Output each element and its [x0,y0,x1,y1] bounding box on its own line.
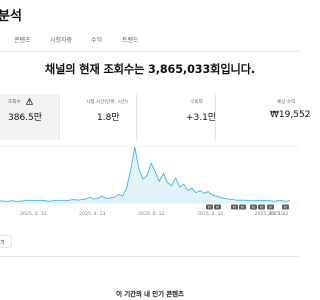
tab-content[interactable]: 콘텐츠 [14,35,31,44]
top-content-title: 이 기간의 내 인기 콘텐츠 [116,290,184,298]
tab-trends[interactable]: 트렌드 [122,35,139,44]
x-tick-label: 2025. 8. 11. [197,211,225,217]
metric-label-revenue: 예상 수익 [277,100,296,105]
metric-cards: 조회수 386.5만 시청 시간(단위: 시간) 1.8만 구독자 +3.1만 … [0,94,310,140]
analytics-tab-bar: 콘텐츠 시청자층 수익 트렌드 [0,30,300,52]
views-headline: 채널의 현재 조회수는 3,865,033회입니다. [44,63,256,76]
x-tick-label: 2025. 6. 12. [138,211,166,217]
views-area [0,147,290,203]
metric-card-subscribers[interactable]: 구독자 +3.1만 [137,94,217,140]
page-title: 분석 [0,9,22,24]
note-badge[interactable]: Pr [258,204,265,210]
see-more-label: 기 [0,240,5,246]
tab-revenue[interactable]: 수익 [91,35,102,44]
note-badge[interactable]: Pr [231,204,238,210]
note-badge[interactable]: Pr [267,204,274,210]
metric-value-watch-time: 1.8만 [97,113,120,123]
metric-label-subscribers: 구독자 [190,100,203,105]
tab-audience[interactable]: 시청자층 [50,35,72,44]
x-tick-label: 2025. 4. 13. [79,211,107,217]
section-divider [0,256,300,257]
note-badge[interactable]: Pr [282,204,289,210]
note-badge[interactable]: Pr [250,204,257,210]
metric-card-revenue[interactable]: 예상 수익 ₩19,552 [216,94,310,140]
note-badge[interactable]: Pr [214,204,221,210]
warning-icon [26,98,33,105]
metric-card-watch-time[interactable]: 시청 시간(단위: 시간) 1.8만 [60,94,136,140]
metric-value-revenue: ₩19,552 [270,110,311,120]
x-tick-label: 2025. 2. 12. [20,211,48,217]
metric-value-views: 386.5만 [8,113,43,123]
metric-card-views[interactable]: 조회수 386.5만 [0,94,59,140]
metric-label-watch-time: 시청 시간(단위: 시간) [86,100,128,105]
views-chart: Pr Pr Pr Pr Pr Pr Pr Pr 2025. 2. 12. 2025. 4. 13… [0,145,300,217]
metric-value-subscribers: +3.1만 [186,113,217,123]
note-badge[interactable]: Pr [239,204,246,210]
see-more-button[interactable]: 기 [0,235,12,248]
x-tick-label: 2025. 12. [268,211,290,217]
metric-label-views: 조회수 [8,100,21,105]
note-badge[interactable]: Pr [206,204,213,210]
